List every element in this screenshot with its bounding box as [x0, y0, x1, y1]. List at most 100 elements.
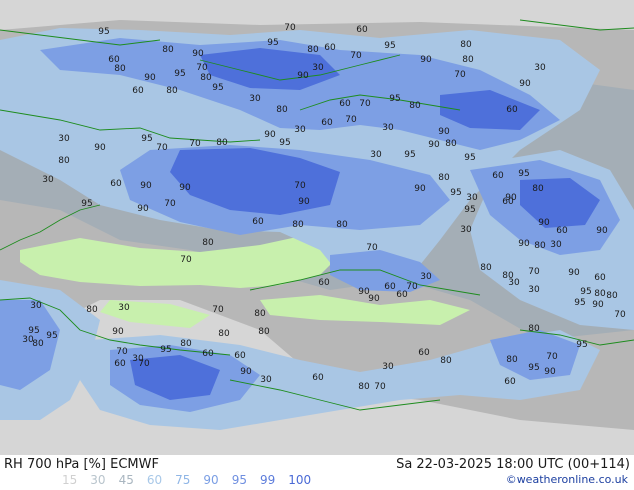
contour-label: 30: [294, 125, 306, 135]
contour-label: 80: [336, 220, 348, 230]
contour-label: 30: [534, 63, 546, 73]
contour-label: 80: [32, 339, 44, 349]
contour-label: 90: [428, 140, 440, 150]
contour-label: 95: [404, 150, 415, 160]
contour-label: 70: [406, 282, 418, 292]
contour-label: 30: [260, 375, 272, 385]
copyright-link[interactable]: ©weatheronline.co.uk: [506, 473, 628, 486]
contour-label: 60: [321, 118, 333, 128]
contour-label: 90: [179, 183, 191, 193]
contour-label: 70: [528, 267, 540, 277]
contour-label: 80: [528, 324, 540, 334]
contour-label: 95: [384, 41, 395, 51]
legend-value-45: 45: [118, 473, 134, 487]
contour-label: 80: [358, 382, 370, 392]
contour-label: 95: [98, 27, 109, 37]
contour-label: 70: [196, 63, 208, 73]
contour-label: 80: [162, 45, 174, 55]
contour-label: 90: [519, 79, 531, 89]
contour-label: 80: [480, 263, 492, 273]
contour-label: 60: [594, 273, 606, 283]
contour-label: 90: [544, 367, 556, 377]
contour-label: 60: [312, 373, 324, 383]
legend-value-100: 100: [288, 473, 312, 487]
contour-label: 80: [534, 241, 546, 251]
contour-label: 70: [350, 51, 362, 61]
contour-label: 60: [356, 25, 368, 35]
contour-label: 60: [556, 226, 568, 236]
contour-label: 80: [438, 173, 450, 183]
contour-label: 60: [318, 278, 330, 288]
contour-label: 90: [140, 181, 152, 191]
contour-label: 80: [292, 220, 304, 230]
contour-label: 70: [164, 199, 176, 209]
contour-label: 70: [359, 99, 371, 109]
contour-label: 60: [110, 179, 122, 189]
contour-label: 80: [180, 339, 192, 349]
contour-label: 95: [574, 298, 585, 308]
contour-label: 30: [508, 278, 520, 288]
contour-label: 70: [454, 70, 466, 80]
contour-label: 30: [460, 225, 472, 235]
contour-label: 95: [174, 69, 185, 79]
contour-label: 30: [30, 301, 42, 311]
contour-label: 70: [180, 255, 192, 265]
contour-label: 90: [297, 71, 309, 81]
contour-label: 80: [276, 105, 288, 115]
contour-label: 95: [389, 94, 400, 104]
contour-label: 80: [409, 101, 421, 111]
contour-label: 80: [460, 40, 472, 50]
contour-label: 80: [532, 184, 544, 194]
contour-label: 30: [382, 123, 394, 133]
contour-label: 90: [298, 197, 310, 207]
contour-label: 60: [324, 43, 336, 53]
contour-label: 90: [596, 226, 608, 236]
contour-label: 80: [606, 291, 618, 301]
contour-label: 95: [576, 340, 587, 350]
legend-value-30: 30: [90, 473, 106, 487]
contour-label: 80: [86, 305, 98, 315]
contour-label: 70: [156, 143, 168, 153]
footer: RH 700 hPa [%] ECMWF Sa 22-03-2025 18:00…: [0, 455, 634, 490]
contour-label: 95: [212, 83, 223, 93]
contour-label: 90: [192, 49, 204, 59]
contour-label: 70: [212, 305, 224, 315]
contour-label: 90: [264, 130, 276, 140]
contour-label: 80: [166, 86, 178, 96]
contour-label: 95: [580, 287, 591, 297]
contour-label: 30: [420, 272, 432, 282]
contour-label: 80: [114, 64, 126, 74]
contour-label: 90: [538, 218, 550, 228]
contour-label: 80: [307, 45, 319, 55]
legend-value-15: 15: [62, 473, 78, 487]
contour-label: 60: [418, 348, 430, 358]
contour-label: 60: [504, 377, 516, 387]
contour-label: 95: [518, 169, 529, 179]
legend-value-99: 99: [259, 473, 276, 487]
rh-map: 95 70 60 95 80 90 80 60 70 95 80 60 80 70 30 80 30 90 95 80…: [0, 0, 634, 455]
contour-label: 90: [438, 127, 450, 137]
contour-label: 90: [137, 204, 149, 214]
legend-value-90: 90: [203, 473, 219, 487]
contour-label: 90: [592, 300, 604, 310]
contour-label: 95: [528, 363, 539, 373]
contour-label: 95: [464, 205, 475, 215]
contour-label: 80: [258, 327, 270, 337]
contour-label: 30: [466, 193, 478, 203]
contour-label: 60: [252, 217, 264, 227]
contour-label: 95: [267, 38, 278, 48]
contour-label: 30: [58, 134, 70, 144]
contour-label: 80: [440, 356, 452, 366]
color-legend: 15 30 45 60 75 90 95 99 100: [62, 473, 324, 487]
contour-label: 80: [506, 355, 518, 365]
contour-label: 60: [234, 351, 246, 361]
contour-label: 80: [594, 289, 606, 299]
contour-label: 90: [144, 73, 156, 83]
contour-label: 95: [464, 153, 475, 163]
contour-label: 95: [46, 331, 57, 341]
contour-label: 60: [339, 99, 351, 109]
contour-label: 30: [312, 63, 324, 73]
contour-label: 30: [528, 285, 540, 295]
contour-label: 60: [202, 349, 214, 359]
valid-time: Sa 22-03-2025 18:00 UTC (00+114): [396, 457, 630, 472]
